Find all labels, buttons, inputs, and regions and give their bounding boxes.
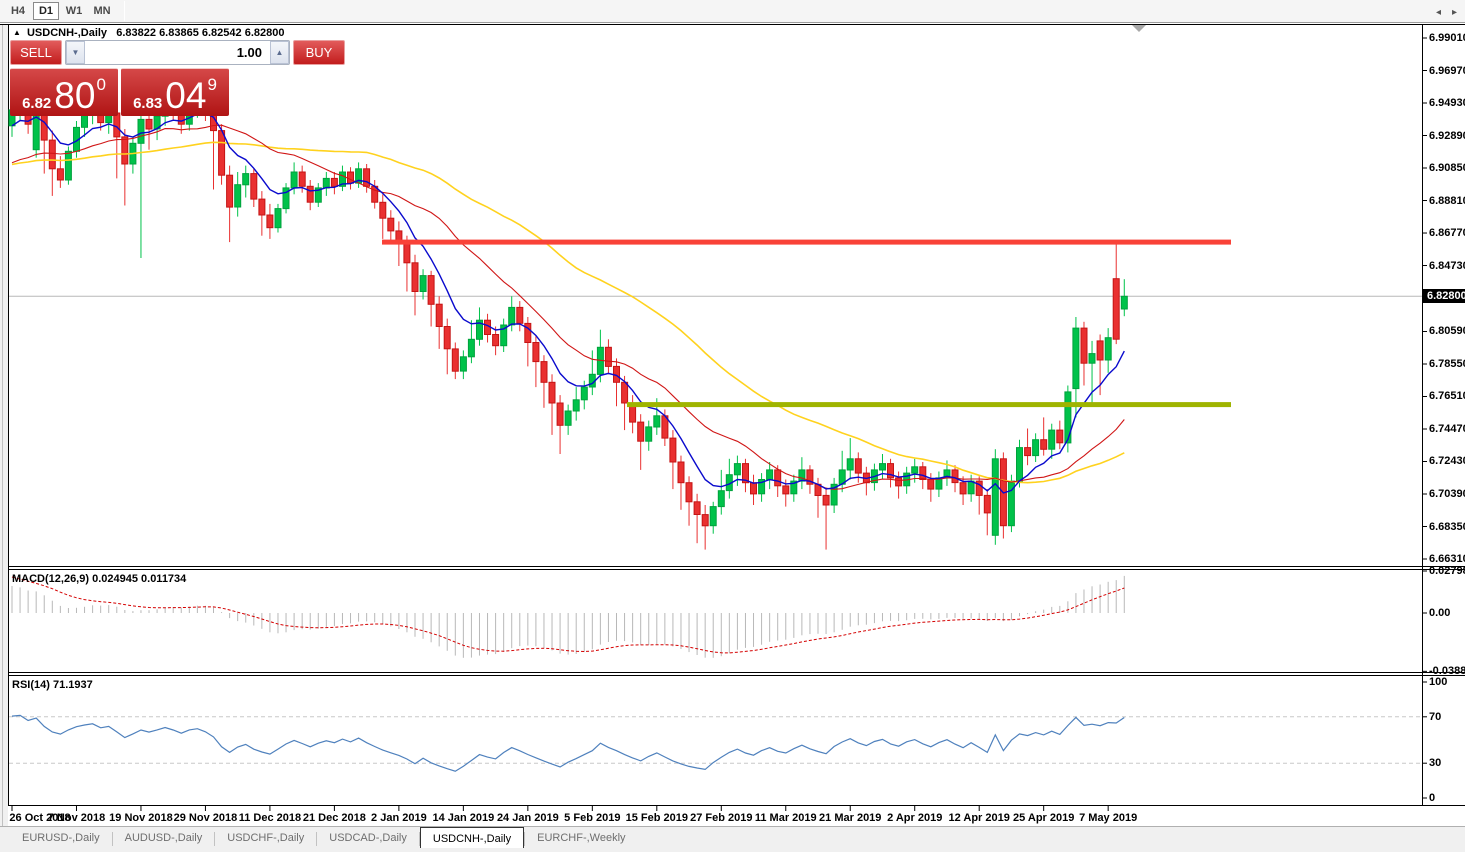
chart-tab-eurusd[interactable]: EURUSD-,Daily — [10, 828, 112, 847]
ma-fast-line — [12, 113, 1124, 493]
chevron-up-icon: ▲ — [276, 48, 284, 57]
chart-tab-usdcnh[interactable]: USDCNH-,Daily — [420, 827, 524, 848]
rsi-axis-label: 0 — [1429, 792, 1435, 804]
rsi-axis-label: 30 — [1429, 757, 1441, 769]
rsi-axis-label: 70 — [1429, 711, 1441, 723]
macd-axis-label: 0.027984 — [1429, 565, 1465, 577]
support-level-line — [627, 402, 1231, 407]
price-axis-label: 6.92890 — [1429, 130, 1465, 142]
date-axis-label: 7 Nov 2018 — [48, 812, 105, 824]
mt4-terminal-window: H4D1W1MN ▲ USDCNH-,Daily 6.83822 6.83865… — [0, 0, 1465, 852]
date-axis-label: 24 Jan 2019 — [497, 812, 559, 824]
candlestick-series — [9, 94, 1127, 550]
price-axis-label: 6.68350 — [1429, 521, 1465, 533]
chart-title: ▲ USDCNH-,Daily 6.83822 6.83865 6.82542 … — [13, 27, 284, 39]
date-axis-label: 12 Apr 2019 — [949, 812, 1010, 824]
price-axis-label: 6.90850 — [1429, 162, 1465, 174]
macd-histogram — [12, 576, 1124, 658]
tab-scroll-right-icon[interactable]: ▸ — [1452, 8, 1457, 18]
price-axis-label: 6.70390 — [1429, 488, 1465, 500]
date-axis-label: 7 May 2019 — [1079, 812, 1137, 824]
macd-label: MACD(12,26,9) 0.024945 0.011734 — [12, 573, 186, 585]
date-axis-label: 11 Mar 2019 — [755, 812, 817, 824]
date-axis-label: 21 Mar 2019 — [819, 812, 881, 824]
price-axis-label: 6.78550 — [1429, 358, 1465, 370]
chart-tab-eurchf[interactable]: EURCHF-,Weekly — [525, 828, 637, 847]
resistance-level-line — [382, 240, 1231, 245]
buy-button[interactable]: BUY — [293, 40, 345, 65]
date-axis-label: 27 Feb 2019 — [690, 812, 752, 824]
price-axis-label: 6.86770 — [1429, 227, 1465, 239]
price-axis-label: 6.66310 — [1429, 553, 1465, 565]
volume-input[interactable] — [85, 41, 270, 64]
volume-stepper: ▼ ▲ — [65, 40, 290, 65]
buy-price-point: 9 — [207, 76, 216, 93]
date-axis-label: 2 Apr 2019 — [887, 812, 942, 824]
tab-scroll-left-icon[interactable]: ◂ — [1436, 8, 1441, 18]
price-axis-label: 6.72430 — [1429, 455, 1465, 467]
sell-price-pips: 80 — [54, 81, 95, 111]
date-axis-label: 11 Dec 2018 — [239, 812, 301, 824]
date-axis-label: 19 Nov 2018 — [109, 812, 173, 824]
date-axis-label: 21 Dec 2018 — [303, 812, 366, 824]
buy-price-prefix: 6.83 — [133, 96, 162, 111]
sell-price-button[interactable]: 6.82 80 0 — [10, 68, 118, 116]
sell-price-point: 0 — [96, 76, 105, 93]
buy-price-button[interactable]: 6.83 04 9 — [121, 68, 229, 116]
rsi-label: RSI(14) 71.1937 — [12, 679, 93, 691]
rsi-axis-label: 100 — [1429, 676, 1447, 688]
chart-shift-marker-icon[interactable] — [1132, 25, 1146, 32]
current-price-tag: 6.82800 — [1423, 289, 1465, 303]
buy-price-pips: 04 — [165, 81, 206, 111]
chart-tab-usdcad[interactable]: USDCAD-,Daily — [317, 828, 419, 847]
price-axis-label: 6.76510 — [1429, 390, 1465, 402]
date-axis-label: 15 Feb 2019 — [626, 812, 688, 824]
ohlc-values: 6.83822 6.83865 6.82542 6.82800 — [116, 27, 284, 39]
price-axis-label: 6.88810 — [1429, 195, 1465, 207]
macd-axis-label: 0.00 — [1429, 607, 1450, 619]
sell-button[interactable]: SELL — [10, 40, 62, 65]
chevron-down-icon: ▼ — [72, 48, 80, 57]
collapse-arrow-icon[interactable]: ▲ — [13, 28, 21, 37]
price-axis-label: 6.99010 — [1429, 32, 1465, 44]
chart-tab-bar: EURUSD-,DailyAUDUSD-,DailyUSDCHF-,DailyU… — [0, 826, 1465, 852]
volume-up-button[interactable]: ▲ — [270, 41, 289, 64]
one-click-trading-panel: SELL ▼ ▲ BUY 6.82 80 0 6.83 04 9 — [10, 40, 229, 116]
price-axis-label: 6.74470 — [1429, 423, 1465, 435]
date-axis-label: 25 Apr 2019 — [1013, 812, 1074, 824]
symbol-period-label: USDCNH-,Daily — [27, 27, 107, 39]
price-axis-label: 6.96970 — [1429, 65, 1465, 77]
volume-down-button[interactable]: ▼ — [66, 41, 85, 64]
chart-tab-audusd[interactable]: AUDUSD-,Daily — [113, 828, 215, 847]
price-axis-label: 6.94930 — [1429, 97, 1465, 109]
sell-price-prefix: 6.82 — [22, 96, 51, 111]
price-axis-label: 6.80590 — [1429, 325, 1465, 337]
date-axis-label: 29 Nov 2018 — [174, 812, 238, 824]
chart-tab-usdchf[interactable]: USDCHF-,Daily — [215, 828, 316, 847]
date-axis-label: 5 Feb 2019 — [564, 812, 620, 824]
price-axis-label: 6.84730 — [1429, 260, 1465, 272]
date-axis-label: 14 Jan 2019 — [432, 812, 494, 824]
chart-canvas[interactable] — [0, 0, 1465, 852]
date-axis-label: 2 Jan 2019 — [371, 812, 427, 824]
